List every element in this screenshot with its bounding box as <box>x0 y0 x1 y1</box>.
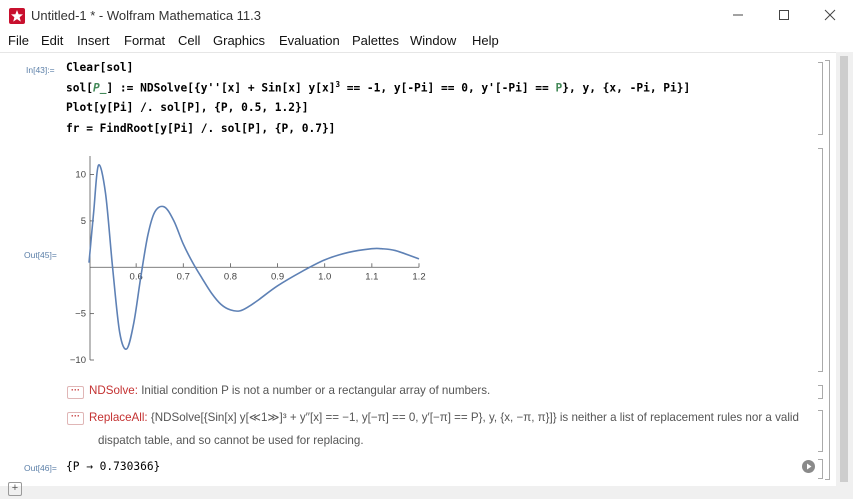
add-cell-plus-icon[interactable]: + <box>8 482 22 496</box>
menu-evaluation[interactable]: Evaluation <box>279 33 340 48</box>
y-tick-label: −10 <box>70 355 86 366</box>
message-text: Initial condition P is not a number or a… <box>137 384 491 397</box>
code-line[interactable]: Clear[sol] <box>66 61 133 74</box>
vertical-scrollbar[interactable] <box>836 52 853 486</box>
code-token: fr = FindRoot[y[Pi] /. sol[P], {P, 0.7}] <box>66 122 336 135</box>
findroot-result: {P → 0.730366} <box>66 460 161 473</box>
code-line[interactable]: sol[P_] := NDSolve[{y''[x] + Sin[x] y[x]… <box>66 80 690 95</box>
code-token: Clear[sol] <box>66 61 134 74</box>
group-cell-bracket[interactable] <box>825 60 830 480</box>
code-token: }, y, {x, -Pi, Pi}] <box>562 81 691 95</box>
output-cell-label: Out[46]= <box>24 463 57 473</box>
x-tick-label: 1.0 <box>318 271 331 282</box>
y-tick-label: −5 <box>75 309 86 320</box>
menu-bar: File Edit Insert Format Cell Graphics Ev… <box>0 31 853 51</box>
menu-file[interactable]: File <box>8 33 29 48</box>
menu-insert[interactable]: Insert <box>77 33 110 48</box>
message-cell-bracket[interactable] <box>818 410 823 452</box>
menu-cell[interactable]: Cell <box>178 33 200 48</box>
y-tick-label: 5 <box>81 216 86 227</box>
output-cell-bracket[interactable] <box>818 148 823 372</box>
close-button[interactable] <box>807 0 853 31</box>
message-dots-icon[interactable]: ··· <box>67 386 84 399</box>
suggestions-arrow-icon[interactable] <box>802 460 815 473</box>
message-name: NDSolve: <box>89 384 138 397</box>
window-title: Untitled-1 * - Wolfram Mathematica 11.3 <box>31 8 261 23</box>
plot-output-label: Out[45]= <box>24 250 57 260</box>
plot-graphic[interactable]: 0.6 0.7 0.8 0.9 1.0 1.1 1.2105−5−10 <box>60 148 435 368</box>
x-tick-label: 1.2 <box>412 271 425 282</box>
replaceall-message: ReplaceAll: {NDSolve[{Sin[x] y[≪1≫]³ + y… <box>89 410 799 424</box>
message-cell-bracket[interactable] <box>818 385 823 399</box>
output-cell-bracket[interactable] <box>818 459 823 479</box>
code-token: Plot[y[Pi] /. sol[P], {P, 0.5, 1.2}] <box>66 101 309 114</box>
code-token: ] := NDSolve[{y''[x] + Sin[x] y[x] <box>106 81 336 95</box>
scrollbar-thumb[interactable] <box>840 56 848 482</box>
message-text: {NDSolve[{Sin[x] y[≪1≫]³ + y′′[x] == −1,… <box>147 411 799 424</box>
x-tick-label: 1.1 <box>365 271 378 282</box>
code-token: sol[ <box>66 81 93 95</box>
plot-curve <box>88 164 420 350</box>
title-bar: Untitled-1 * - Wolfram Mathematica 11.3 <box>0 0 853 31</box>
code-token: P_ <box>92 81 107 95</box>
minimize-button[interactable] <box>715 0 761 31</box>
code-line[interactable]: fr = FindRoot[y[Pi] /. sol[P], {P, 0.7}] <box>66 122 335 135</box>
maximize-button[interactable] <box>761 0 807 31</box>
menu-palettes[interactable]: Palettes <box>352 33 399 48</box>
x-tick-label: 0.7 <box>177 271 190 282</box>
code-line[interactable]: Plot[y[Pi] /. sol[P], {P, 0.5, 1.2}] <box>66 101 308 114</box>
code-token: == -1, y[-Pi] == 0, y'[-Pi] == <box>339 81 556 95</box>
menu-window[interactable]: Window <box>410 33 456 48</box>
menu-format[interactable]: Format <box>124 33 165 48</box>
input-cell-label: In[43]:= <box>26 65 55 75</box>
x-tick-label: 0.8 <box>224 271 237 282</box>
menu-graphics[interactable]: Graphics <box>213 33 265 48</box>
y-tick-label: 10 <box>75 170 86 181</box>
bottom-scroll-area <box>0 486 853 499</box>
mathematica-logo-icon <box>9 8 25 24</box>
menu-help[interactable]: Help <box>472 33 499 48</box>
x-tick-label: 0.9 <box>271 271 284 282</box>
message-name: ReplaceAll: <box>89 411 148 424</box>
replaceall-message-continued: dispatch table, and so cannot be used fo… <box>98 434 364 447</box>
message-dots-icon[interactable]: ··· <box>67 412 84 425</box>
ndsolve-message: NDSolve: Initial condition P is not a nu… <box>89 384 490 397</box>
input-cell-bracket[interactable] <box>818 62 823 135</box>
menu-edit[interactable]: Edit <box>41 33 63 48</box>
